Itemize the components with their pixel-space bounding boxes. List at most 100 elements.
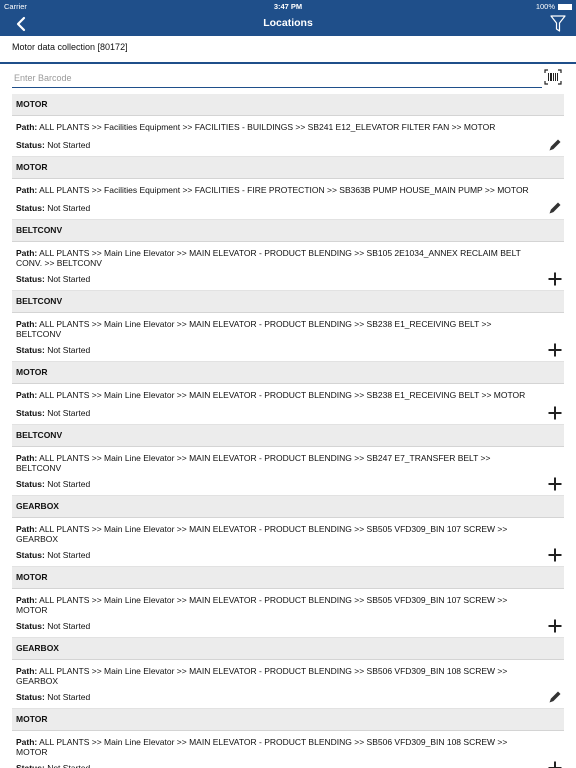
status-label: Status: [16, 550, 45, 560]
location-item: BELTCONV Path: ALL PLANTS >> Main Line E… [12, 425, 564, 496]
status-label: Status: [16, 140, 45, 150]
location-path: Path: ALL PLANTS >> Main Line Elevator >… [16, 390, 538, 402]
path-label: Path: [16, 185, 38, 195]
status-value: Not Started [47, 621, 91, 631]
location-item: GEARBOX Path: ALL PLANTS >> Main Line El… [12, 638, 564, 709]
status-value: Not Started [47, 274, 91, 284]
path-label: Path: [16, 319, 38, 329]
location-name[interactable]: MOTOR [12, 157, 564, 179]
location-name[interactable]: BELTCONV [12, 425, 564, 447]
location-path: Path: ALL PLANTS >> Facilities Equipment… [16, 185, 538, 197]
plus-icon[interactable] [548, 477, 562, 491]
location-details[interactable]: Path: ALL PLANTS >> Main Line Elevator >… [12, 518, 564, 567]
location-name[interactable]: MOTOR [12, 709, 564, 731]
location-details[interactable]: Path: ALL PLANTS >> Main Line Elevator >… [12, 384, 564, 425]
plus-icon[interactable] [548, 272, 562, 286]
plus-icon[interactable] [548, 761, 562, 768]
status-value: Not Started [47, 140, 91, 150]
location-name[interactable]: BELTCONV [12, 220, 564, 242]
location-item: MOTOR Path: ALL PLANTS >> Facilities Equ… [12, 94, 564, 157]
location-status: Status: Not Started [16, 763, 538, 768]
plus-icon[interactable] [548, 343, 562, 357]
location-item: BELTCONV Path: ALL PLANTS >> Main Line E… [12, 220, 564, 291]
battery-percent: 100% [535, 2, 555, 11]
battery-indicator: 100% [536, 2, 572, 11]
path-label: Path: [16, 390, 38, 400]
status-label: Status: [16, 479, 45, 489]
location-item: MOTOR Path: ALL PLANTS >> Main Line Elev… [12, 709, 564, 768]
path-value: ALL PLANTS >> Main Line Elevator >> MAIN… [16, 453, 491, 473]
location-details[interactable]: Path: ALL PLANTS >> Facilities Equipment… [12, 179, 564, 220]
location-details[interactable]: Path: ALL PLANTS >> Main Line Elevator >… [12, 242, 564, 291]
location-name[interactable]: GEARBOX [12, 496, 564, 518]
location-item: MOTOR Path: ALL PLANTS >> Main Line Elev… [12, 362, 564, 425]
status-label: Status: [16, 203, 45, 213]
filter-icon[interactable] [550, 15, 566, 33]
page-title: Locations [263, 17, 313, 29]
path-value: ALL PLANTS >> Main Line Elevator >> MAIN… [16, 524, 508, 544]
path-label: Path: [16, 737, 38, 747]
locations-list: MOTOR Path: ALL PLANTS >> Facilities Equ… [12, 94, 564, 768]
location-path: Path: ALL PLANTS >> Main Line Elevator >… [16, 595, 538, 615]
location-name[interactable]: GEARBOX [12, 638, 564, 660]
collection-title: Motor data collection [80172] [0, 36, 576, 62]
status-value: Not Started [47, 479, 91, 489]
plus-icon[interactable] [548, 619, 562, 633]
plus-icon[interactable] [548, 548, 562, 562]
pencil-icon[interactable] [548, 690, 562, 704]
location-status: Status: Not Started [16, 550, 538, 564]
location-details[interactable]: Path: ALL PLANTS >> Main Line Elevator >… [12, 660, 564, 709]
path-value: ALL PLANTS >> Main Line Elevator >> MAIN… [16, 248, 521, 268]
location-path: Path: ALL PLANTS >> Main Line Elevator >… [16, 319, 538, 339]
location-item: MOTOR Path: ALL PLANTS >> Main Line Elev… [12, 567, 564, 638]
location-status: Status: Not Started [16, 621, 538, 635]
status-label: Status: [16, 345, 45, 355]
location-item: BELTCONV Path: ALL PLANTS >> Main Line E… [12, 291, 564, 362]
location-item: GEARBOX Path: ALL PLANTS >> Main Line El… [12, 496, 564, 567]
path-value: ALL PLANTS >> Main Line Elevator >> MAIN… [16, 595, 508, 615]
path-label: Path: [16, 122, 38, 132]
location-path: Path: ALL PLANTS >> Main Line Elevator >… [16, 453, 538, 473]
path-label: Path: [16, 595, 38, 605]
location-path: Path: ALL PLANTS >> Main Line Elevator >… [16, 666, 538, 686]
location-path: Path: ALL PLANTS >> Main Line Elevator >… [16, 248, 538, 268]
location-status: Status: Not Started [16, 274, 538, 288]
status-label: Status: [16, 274, 45, 284]
path-value: ALL PLANTS >> Facilities Equipment >> FA… [39, 185, 529, 195]
location-name[interactable]: MOTOR [12, 362, 564, 384]
clock: 3:47 PM [273, 2, 303, 11]
path-value: ALL PLANTS >> Facilities Equipment >> FA… [39, 122, 496, 132]
path-label: Path: [16, 248, 38, 258]
status-value: Not Started [47, 550, 91, 560]
path-label: Path: [16, 524, 38, 534]
path-value: ALL PLANTS >> Main Line Elevator >> MAIN… [16, 737, 508, 757]
location-status: Status: Not Started [16, 140, 538, 154]
location-status: Status: Not Started [16, 479, 538, 493]
path-value: ALL PLANTS >> Main Line Elevator >> MAIN… [39, 390, 526, 400]
barcode-input[interactable] [12, 68, 542, 88]
location-name[interactable]: MOTOR [12, 94, 564, 116]
location-details[interactable]: Path: ALL PLANTS >> Main Line Elevator >… [12, 589, 564, 638]
pencil-icon[interactable] [548, 201, 562, 215]
location-details[interactable]: Path: ALL PLANTS >> Main Line Elevator >… [12, 731, 564, 768]
location-name[interactable]: MOTOR [12, 567, 564, 589]
pencil-icon[interactable] [548, 138, 562, 152]
status-value: Not Started [47, 692, 91, 702]
barcode-scan-icon[interactable] [544, 69, 562, 85]
status-label: Status: [16, 408, 45, 418]
path-value: ALL PLANTS >> Main Line Elevator >> MAIN… [16, 319, 492, 339]
location-details[interactable]: Path: ALL PLANTS >> Main Line Elevator >… [12, 447, 564, 496]
status-label: Status: [16, 621, 45, 631]
location-details[interactable]: Path: ALL PLANTS >> Facilities Equipment… [12, 116, 564, 157]
location-details[interactable]: Path: ALL PLANTS >> Main Line Elevator >… [12, 313, 564, 362]
location-item: MOTOR Path: ALL PLANTS >> Facilities Equ… [12, 157, 564, 220]
location-name[interactable]: BELTCONV [12, 291, 564, 313]
location-status: Status: Not Started [16, 203, 538, 217]
nav-bar: Locations [0, 12, 576, 36]
status-bar: Carrier 3:47 PM 100% [0, 0, 576, 12]
status-label: Status: [16, 692, 45, 702]
battery-icon [558, 3, 572, 10]
status-value: Not Started [47, 763, 91, 768]
location-status: Status: Not Started [16, 345, 538, 359]
plus-icon[interactable] [548, 406, 562, 420]
